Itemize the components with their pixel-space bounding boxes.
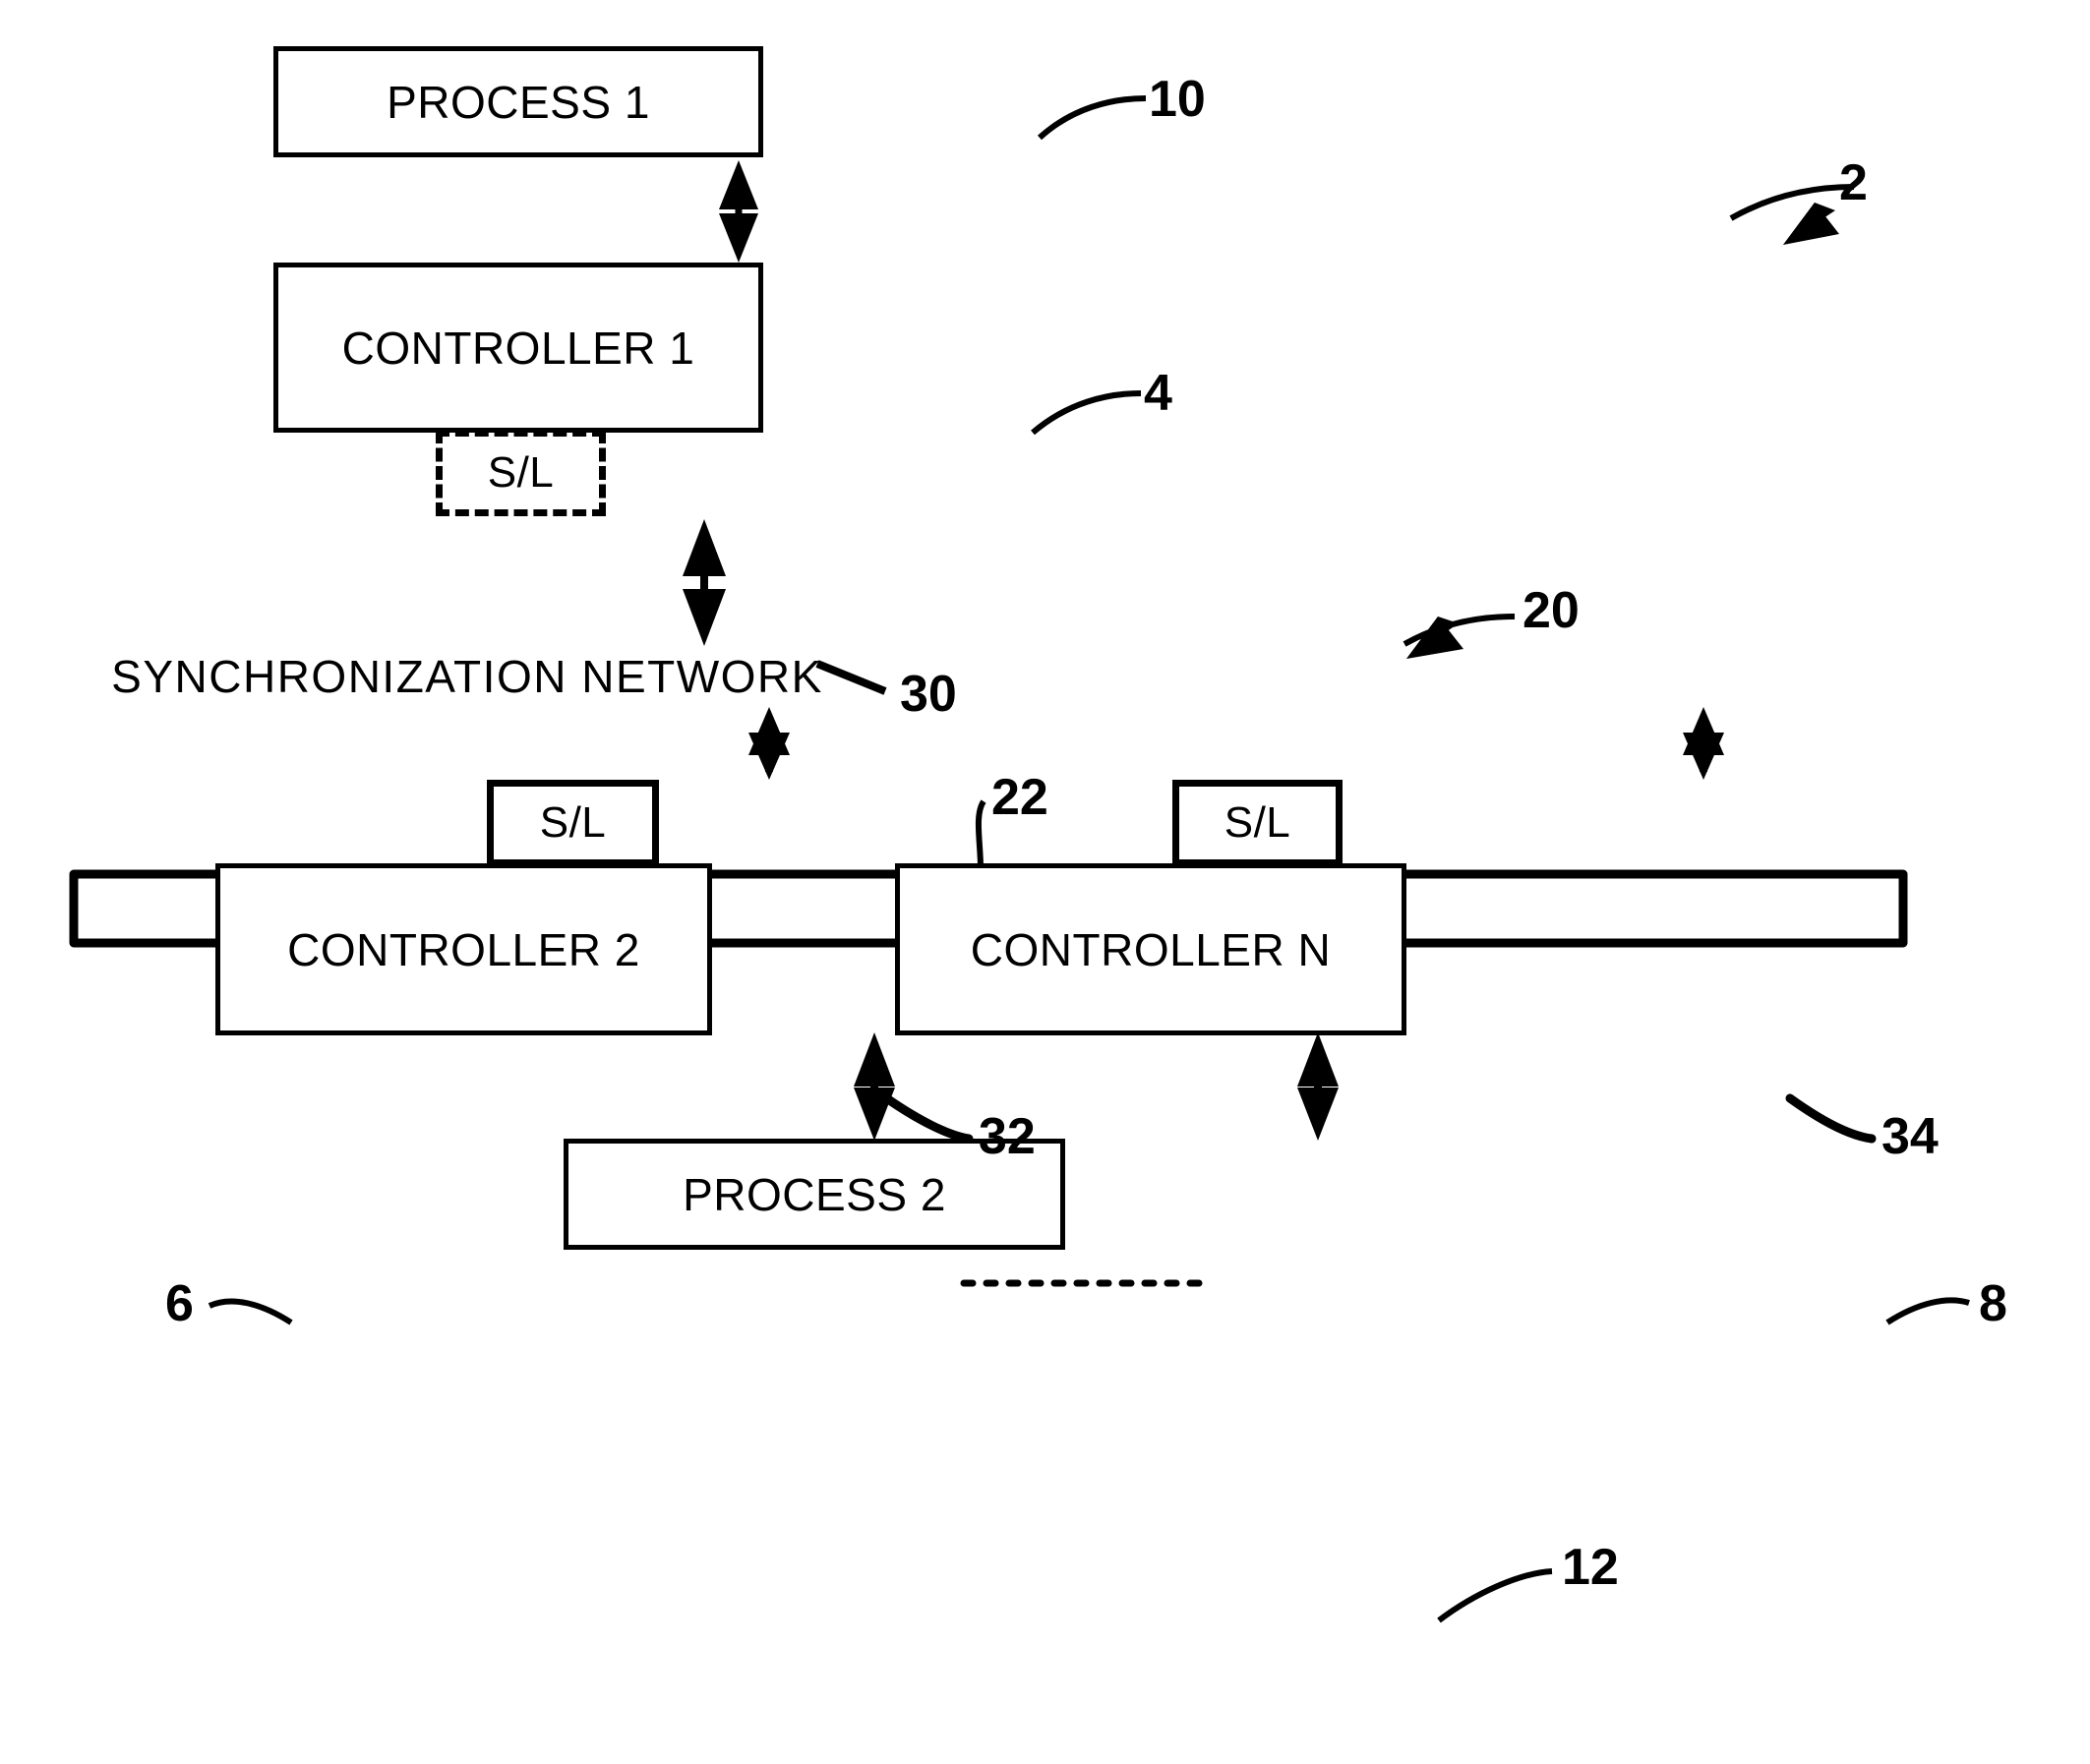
reference-numeral-2: 2 [1839, 154, 1868, 211]
reference-numeral-8: 8 [1979, 1275, 2007, 1332]
ref-arrow-20 [1403, 614, 1516, 659]
block-controller-1: CONTROLLER 1 [273, 263, 763, 433]
block-controller-n: CONTROLLER N [895, 863, 1406, 1035]
reference-numeral-22: 22 [991, 769, 1048, 826]
arrow-network-sl34 [1683, 707, 1724, 780]
reference-numeral-34: 34 [1881, 1108, 1939, 1165]
arrow-process1-controller1 [719, 160, 758, 263]
lead-line-32 [883, 1094, 974, 1144]
lead-line-12 [1437, 1568, 1553, 1623]
block-sl-30: S/L [436, 430, 606, 516]
arrow-sl30-network [683, 519, 726, 646]
block-controller-2-label: CONTROLLER 2 [287, 923, 640, 975]
block-process-2-label: PROCESS 2 [683, 1168, 946, 1220]
reference-numeral-10: 10 [1149, 71, 1206, 128]
lead-line-8 [1885, 1297, 1970, 1325]
block-synchronization-network-label: SYNCHRONIZATION NETWORK [111, 651, 823, 702]
reference-numeral-20: 20 [1523, 582, 1580, 639]
block-sl-34-label: S/L [1224, 798, 1291, 847]
block-controller-1-label: CONTROLLER 1 [341, 322, 695, 374]
arrow-controllerN-process2 [1297, 1032, 1339, 1141]
lead-line-6 [208, 1298, 293, 1325]
block-synchronization-network: SYNCHRONIZATION NETWORK [54, 646, 880, 707]
block-controller-n-label: CONTROLLER N [970, 923, 1332, 975]
block-controller-2: CONTROLLER 2 [215, 863, 712, 1035]
arrow-controller2-process2 [854, 1032, 895, 1141]
reference-numeral-6: 6 [165, 1275, 194, 1332]
lead-line-4 [1031, 390, 1142, 436]
block-process-1-label: PROCESS 1 [387, 76, 650, 128]
ref-arrow-2 [1729, 184, 1855, 245]
figure-canvas: PROCESS 1 CONTROLLER 1 S/L SYNCHRONIZATI… [0, 0, 2090, 1764]
block-process-1: PROCESS 1 [273, 46, 763, 157]
block-sl-30-label: S/L [487, 448, 555, 497]
block-sl-32-label: S/L [539, 798, 607, 847]
reference-numeral-32: 32 [979, 1108, 1036, 1165]
reference-numeral-12: 12 [1562, 1539, 1619, 1596]
reference-numeral-4: 4 [1144, 365, 1172, 422]
arrow-network-sl32 [748, 707, 790, 780]
block-sl-34: S/L [1172, 780, 1343, 866]
reference-numeral-30: 30 [900, 666, 957, 723]
lead-line-34 [1785, 1093, 1877, 1144]
block-sl-32: S/L [487, 780, 659, 866]
lead-line-10 [1037, 95, 1147, 141]
